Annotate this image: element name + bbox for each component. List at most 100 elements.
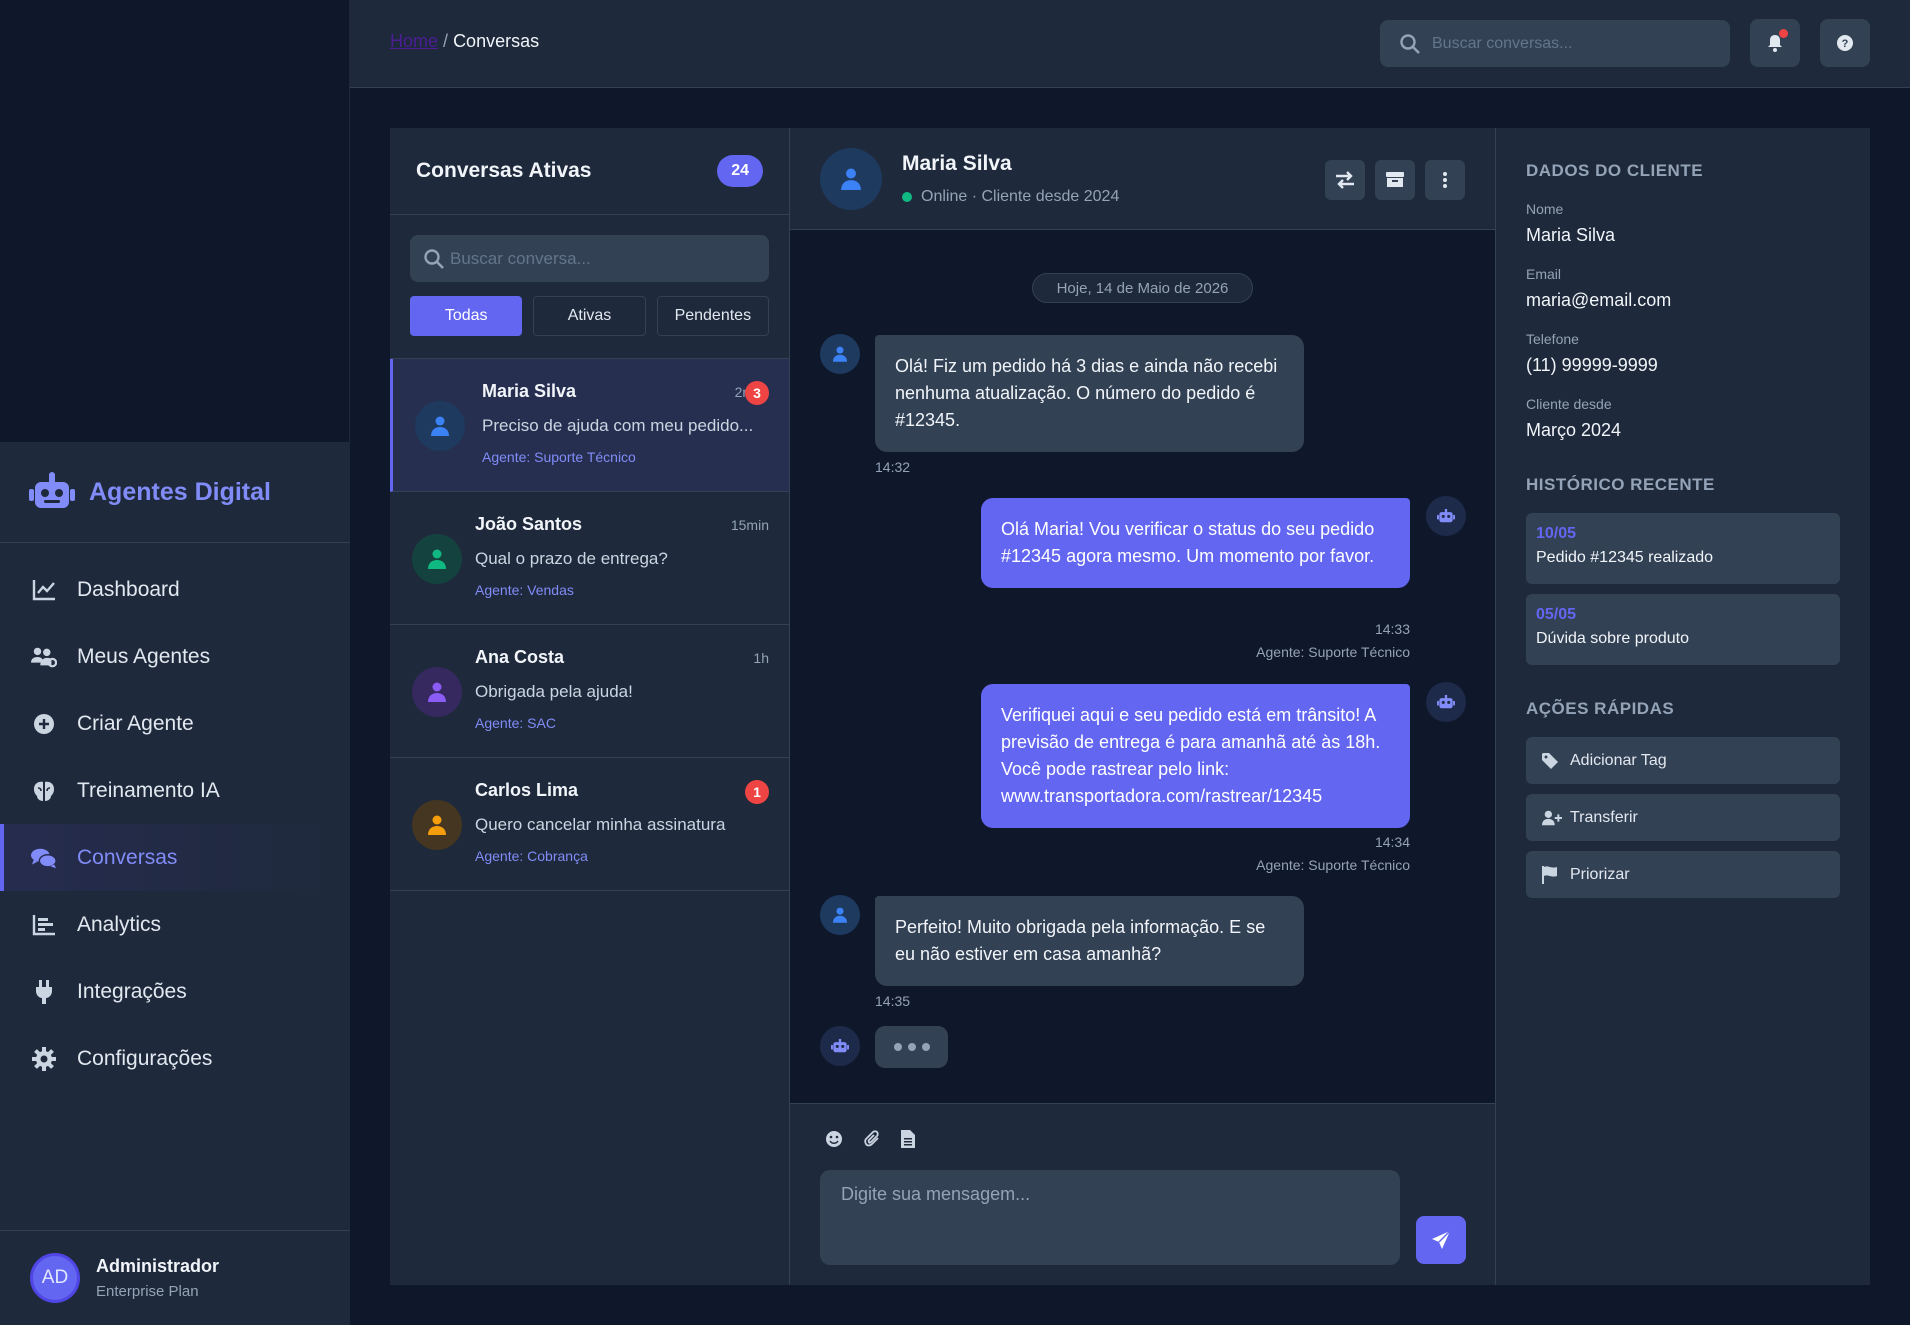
conversation-item[interactable]: Maria Silva 2min 3 Preciso de ajuda com … <box>390 359 789 492</box>
nav-item-integracoes[interactable]: Integrações <box>0 958 350 1025</box>
field-value: maria@email.com <box>1526 290 1672 310</box>
contact-avatar <box>412 534 462 584</box>
history-date: 05/05 <box>1536 606 1577 623</box>
help-button[interactable]: ? <box>1820 19 1870 67</box>
flag-icon <box>1542 865 1562 884</box>
message-meta: 14:33 Agente: Suporte Técnico <box>1090 618 1410 664</box>
client-data-title: DADOS DO CLIENTE <box>1526 161 1704 180</box>
message-input[interactable] <box>820 1170 1400 1265</box>
breadcrumb-separator: / <box>443 31 449 51</box>
nav-item-meus-agentes[interactable]: Meus Agentes <box>0 623 350 690</box>
user-plus-icon <box>1542 810 1562 826</box>
nav-item-configuracoes[interactable]: Configurações <box>0 1025 350 1092</box>
user-info: Administrador Enterprise Plan <box>96 1256 219 1300</box>
date-separator: Hoje, 14 de Maio de 2026 <box>1032 273 1253 303</box>
transfer-action-button[interactable]: Transferir <box>1526 794 1840 841</box>
plug-icon <box>31 979 57 1005</box>
field-label: Cliente desde <box>1526 396 1612 412</box>
conversation-search[interactable] <box>410 235 769 282</box>
nav-item-conversas[interactable]: Conversas <box>0 824 350 891</box>
conversation-item[interactable]: Carlos Lima 1 Quero cancelar minha assin… <box>390 758 789 891</box>
user-icon <box>428 815 446 835</box>
question-circle-icon: ? <box>1837 35 1853 51</box>
conversation-filters: Todas Ativas Pendentes <box>410 296 769 336</box>
nav-item-analytics[interactable]: Analytics <box>0 891 350 958</box>
header-search[interactable] <box>1380 20 1730 67</box>
brand[interactable]: Agentes Digital <box>0 442 350 543</box>
message-list: Hoje, 14 de Maio de 2026 Olá! Fiz um ped… <box>790 230 1495 1103</box>
conversation-items: Maria Silva 2min 3 Preciso de ajuda com … <box>390 358 789 891</box>
nav-label: Treinamento IA <box>77 778 220 802</box>
filter-todas[interactable]: Todas <box>410 296 523 336</box>
conversation-count-badge: 24 <box>717 155 763 187</box>
transfer-button[interactable] <box>1325 160 1365 200</box>
plus-circle-icon <box>31 711 57 737</box>
nav-item-treinamento-ia[interactable]: Treinamento IA <box>0 757 350 824</box>
field-value: Março 2024 <box>1526 420 1622 440</box>
robot-icon <box>1437 694 1455 709</box>
conversation-time: 15min <box>730 517 769 533</box>
message-time: 14:35 <box>875 993 911 1009</box>
message-time: 14:33 <box>1374 621 1410 637</box>
avatar: AD <box>30 1253 80 1303</box>
history-item[interactable]: 10/05 Pedido #12345 realizado <box>1526 513 1840 584</box>
filter-ativas[interactable]: Ativas <box>533 296 646 336</box>
nav-label: Configurações <box>77 1046 213 1070</box>
conversation-agent: Agente: SAC <box>475 715 556 731</box>
typing-dot <box>907 1043 916 1051</box>
add-tag-button[interactable]: Adicionar Tag <box>1526 737 1840 784</box>
client-field-name: Nome Maria Silva <box>1526 201 1840 246</box>
chat-header: Maria Silva Online · Cliente desde 2024 <box>790 128 1495 230</box>
conversation-search-input[interactable] <box>450 248 750 269</box>
nav-label: Dashboard <box>77 577 180 601</box>
conversation-agent: Agente: Vendas <box>475 582 574 598</box>
history-title: HISTÓRICO RECENTE <box>1526 475 1715 494</box>
robot-icon <box>29 472 75 508</box>
header-search-input[interactable] <box>1432 34 1712 53</box>
more-options-button[interactable] <box>1425 160 1465 200</box>
notifications-button[interactable] <box>1750 19 1800 67</box>
archive-button[interactable] <box>1375 160 1415 200</box>
sidebar: Agentes Digital Dashboard Meus Agentes C… <box>0 0 350 1325</box>
prioritize-button[interactable]: Priorizar <box>1526 851 1840 898</box>
field-label: Telefone <box>1526 331 1579 347</box>
file-icon[interactable] <box>901 1130 915 1148</box>
chat-panel: Maria Silva Online · Cliente desde 2024 … <box>790 128 1495 1285</box>
action-label: Priorizar <box>1570 865 1630 883</box>
conversation-item[interactable]: João Santos 15min Qual o prazo de entreg… <box>390 492 789 625</box>
history-item[interactable]: 05/05 Dúvida sobre produto <box>1526 594 1840 665</box>
gear-icon <box>31 1046 57 1072</box>
chat-actions <box>1325 160 1465 200</box>
field-label: Email <box>1526 266 1562 282</box>
user-profile[interactable]: AD Administrador Enterprise Plan <box>0 1230 350 1325</box>
client-field-phone: Telefone (11) 99999-9999 <box>1526 331 1840 376</box>
conversation-item[interactable]: Ana Costa 1h Obrigada pela ajuda! Agente… <box>390 625 789 758</box>
conversation-name: Ana Costa <box>475 647 565 667</box>
contact-avatar <box>415 401 465 451</box>
brand-name: Agentes Digital <box>89 477 271 506</box>
conversation-agent: Agente: Cobrança <box>475 848 588 864</box>
unread-badge: 3 <box>745 381 769 405</box>
conversation-list-header: Conversas Ativas 24 <box>390 128 789 215</box>
user-avatar-icon <box>820 334 860 374</box>
nav-label: Integrações <box>77 979 187 1003</box>
nav-item-criar-agente[interactable]: Criar Agente <box>0 690 350 757</box>
send-button[interactable] <box>1416 1216 1466 1264</box>
client-details-panel: DADOS DO CLIENTE Nome Maria Silva Email … <box>1495 128 1870 1285</box>
chat-contact-status: Online · Cliente desde 2024 <box>902 188 1119 206</box>
conversation-agent: Agente: Suporte Técnico <box>482 449 636 465</box>
notification-dot <box>1779 29 1788 38</box>
breadcrumb-home-link[interactable]: Home <box>390 31 438 51</box>
field-value: Maria Silva <box>1526 225 1616 245</box>
filter-pendentes[interactable]: Pendentes <box>656 296 769 336</box>
online-indicator <box>902 192 912 202</box>
nav-label: Criar Agente <box>77 711 194 735</box>
emoji-icon[interactable] <box>825 1130 843 1148</box>
nav-item-dashboard[interactable]: Dashboard <box>0 556 350 623</box>
history-text: Dúvida sobre produto <box>1536 630 1689 647</box>
paperclip-icon[interactable] <box>863 1130 881 1148</box>
chat-contact-name: Maria Silva <box>902 152 1012 175</box>
breadcrumb: Home / Conversas <box>390 31 539 52</box>
top-header: Home / Conversas ? <box>350 0 1910 88</box>
client-field-since: Cliente desde Março 2024 <box>1526 396 1840 441</box>
